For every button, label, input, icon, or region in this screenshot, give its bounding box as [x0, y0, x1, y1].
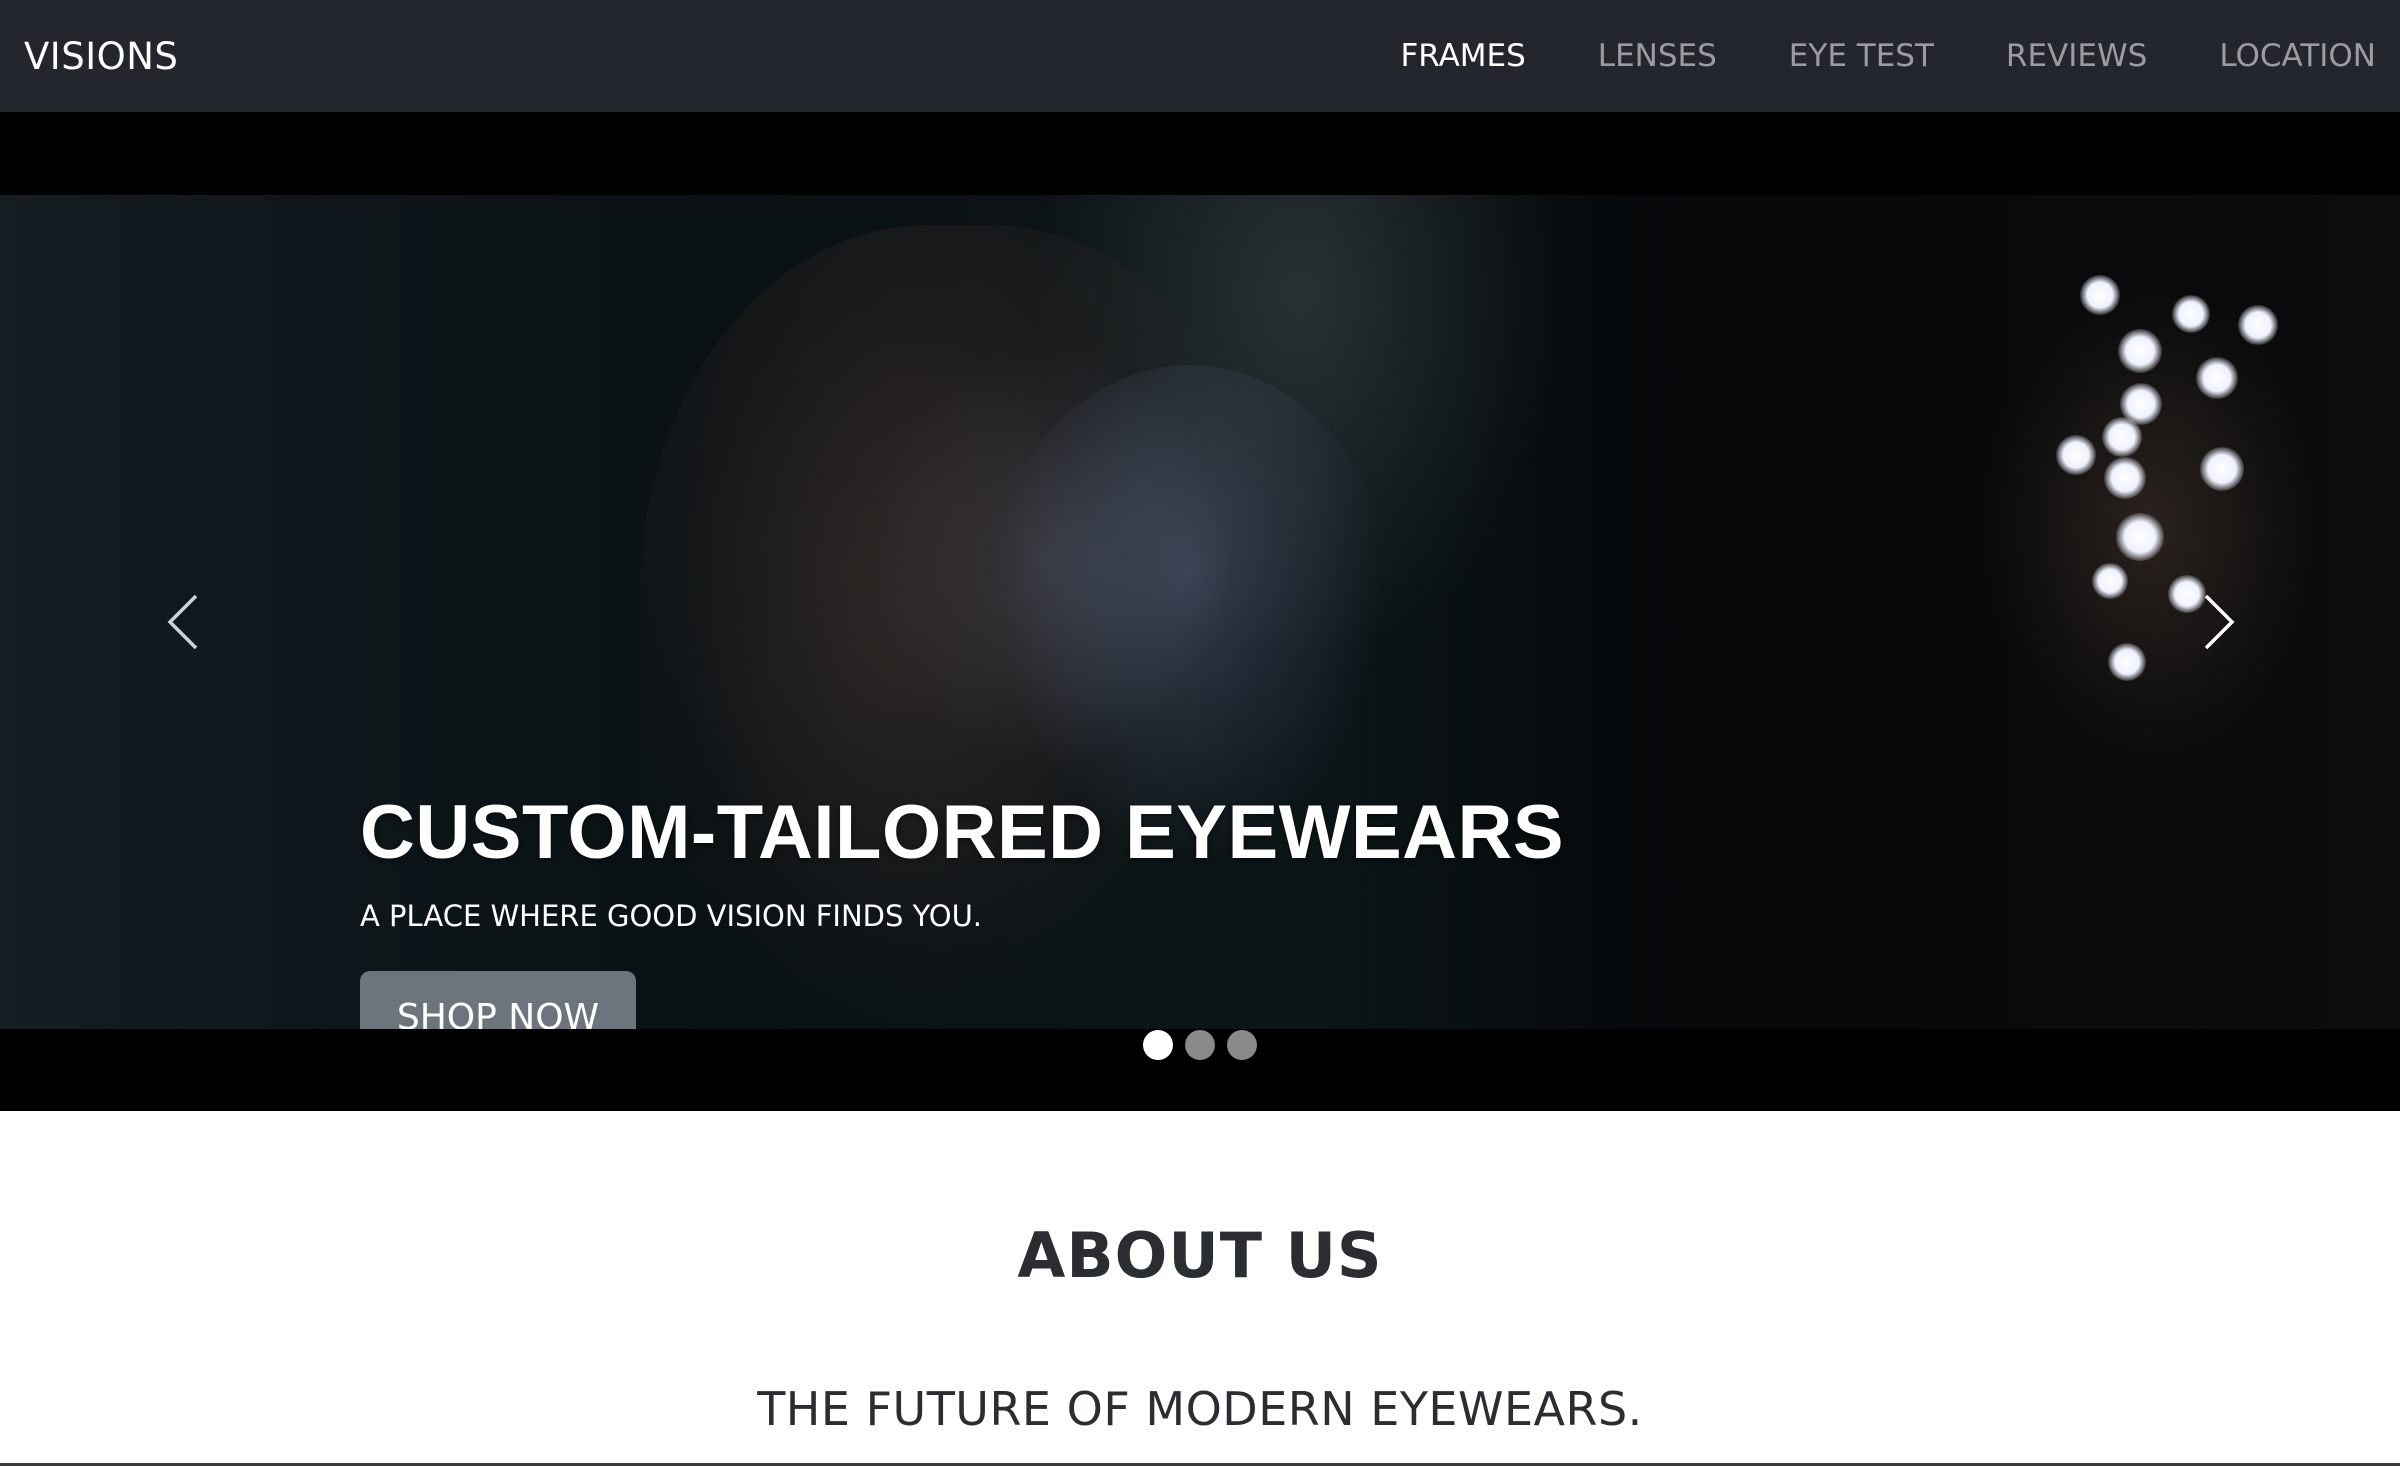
- carousel-caption: CUSTOM-TAILORED EYEWEARS A PLACE WHERE G…: [360, 795, 1564, 1029]
- caption-subtitle: A PLACE WHERE GOOD VISION FINDS YOU.: [360, 899, 983, 933]
- nav-link-reviews[interactable]: REVIEWS: [2006, 38, 2147, 74]
- bokeh-light: [2102, 417, 2142, 457]
- nav-link-location[interactable]: LOCATION: [2219, 38, 2376, 74]
- about-tagline: THE FUTURE OF MODERN EYEWEARS.: [757, 1382, 1643, 1436]
- chevron-right-icon: [2204, 594, 2235, 650]
- about-section: ABOUT US THE FUTURE OF MODERN EYEWEARS.: [0, 1111, 2400, 1466]
- bokeh-light: [2056, 435, 2096, 475]
- caption-title: CUSTOM-TAILORED EYEWEARS: [360, 790, 1565, 875]
- navbar: VISIONS FRAMES LENSES EYE TEST REVIEWS L…: [0, 0, 2400, 112]
- carousel-prev-button[interactable]: [152, 582, 212, 662]
- hero-carousel: CUSTOM-TAILORED EYEWEARS A PLACE WHERE G…: [0, 112, 2400, 1111]
- nav-link-eye-test[interactable]: EYE TEST: [1789, 38, 1934, 74]
- bokeh-light: [2172, 295, 2210, 333]
- nav-link-lenses[interactable]: LENSES: [1598, 38, 1717, 74]
- nav-link-frames[interactable]: FRAMES: [1400, 38, 1525, 74]
- shop-now-button[interactable]: SHOP NOW: [360, 971, 636, 1029]
- carousel-indicators: [0, 1030, 2400, 1060]
- bokeh-light: [2080, 275, 2120, 315]
- carousel-slide-image: CUSTOM-TAILORED EYEWEARS A PLACE WHERE G…: [0, 195, 2400, 1029]
- bokeh-light: [2108, 643, 2146, 681]
- carousel-indicator-3[interactable]: [1227, 1030, 1257, 1060]
- carousel-indicator-1[interactable]: [1143, 1030, 1173, 1060]
- bokeh-light: [2092, 563, 2128, 599]
- carousel-next-button[interactable]: [2190, 582, 2250, 662]
- bokeh-light: [2118, 329, 2162, 373]
- bokeh-light: [2196, 357, 2238, 399]
- bokeh-light: [2200, 447, 2244, 491]
- bokeh-light: [2238, 305, 2278, 345]
- carousel-indicator-2[interactable]: [1185, 1030, 1215, 1060]
- brand-logo[interactable]: VISIONS: [24, 35, 178, 78]
- chevron-left-icon: [167, 594, 198, 650]
- about-heading: ABOUT US: [1017, 1219, 1383, 1292]
- bokeh-light: [2116, 513, 2164, 561]
- bokeh-light: [2104, 457, 2146, 499]
- nav-links: FRAMES LENSES EYE TEST REVIEWS LOCATION: [1328, 38, 2376, 74]
